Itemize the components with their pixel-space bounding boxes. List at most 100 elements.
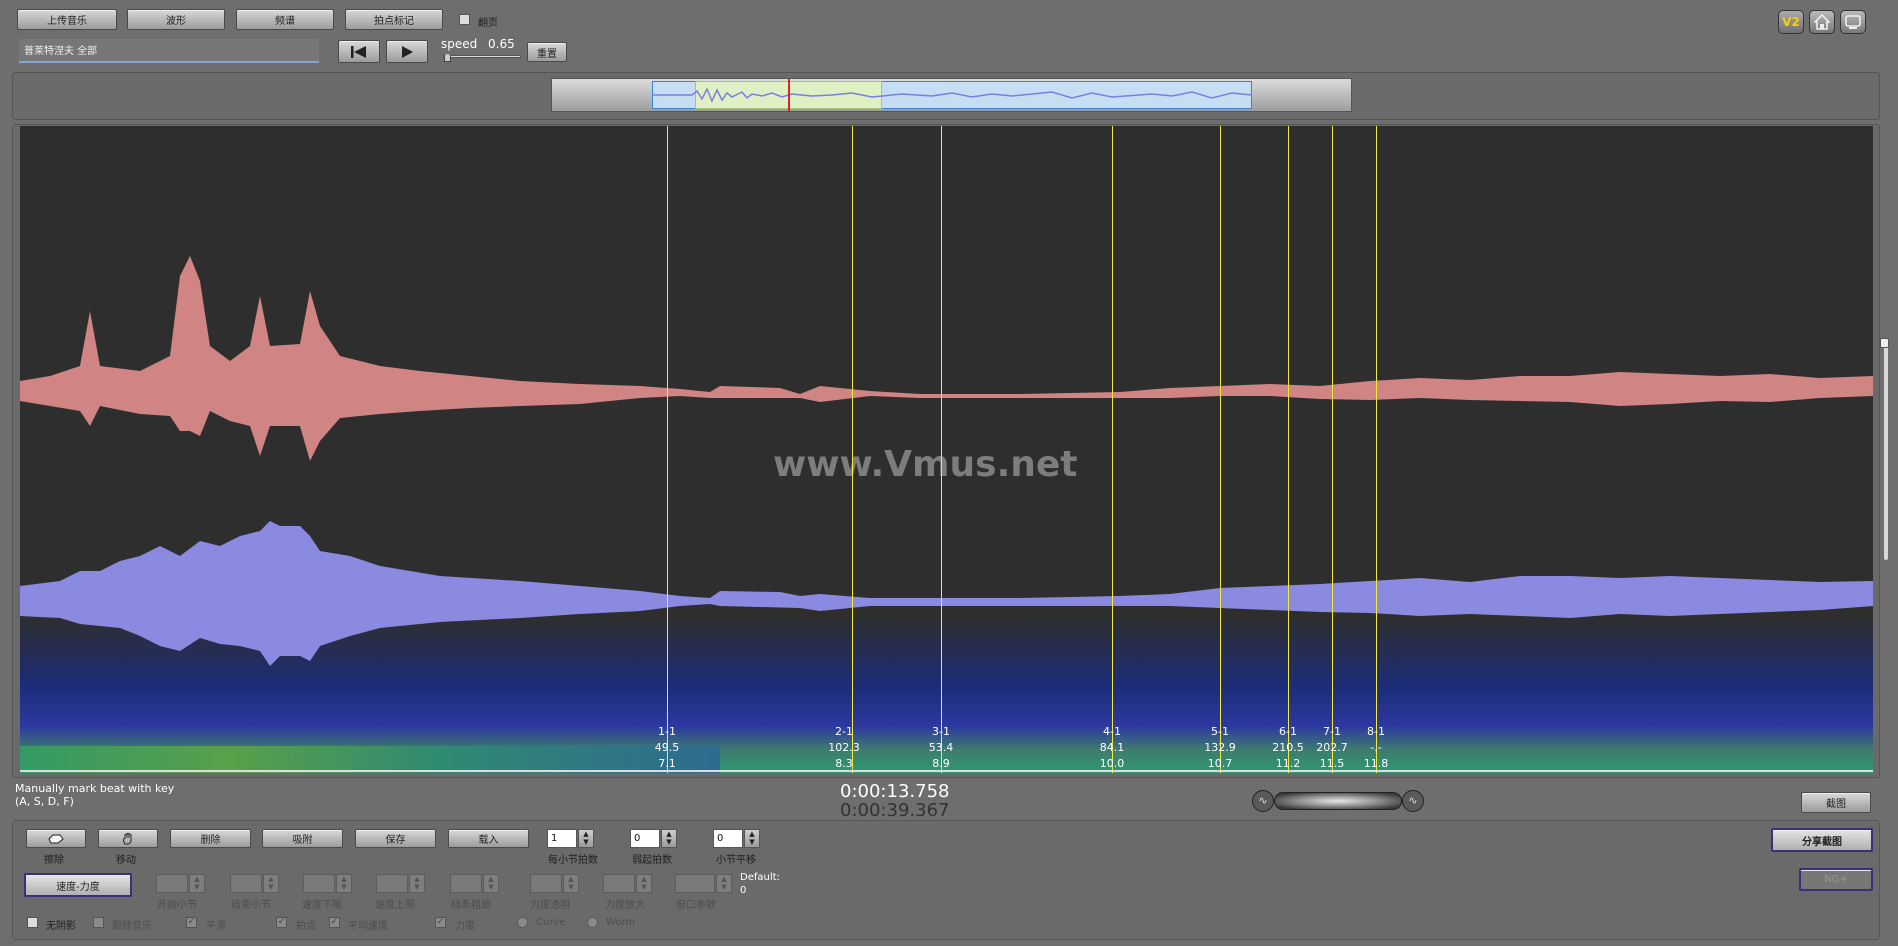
erase-button[interactable]	[26, 829, 86, 848]
no-shade-checkbox[interactable]	[27, 917, 38, 928]
end-bar-label: 结束小节	[231, 900, 271, 911]
beat-line-7[interactable]	[1332, 126, 1333, 773]
display-settings-button[interactable]	[1840, 10, 1866, 34]
beat-line-3[interactable]	[941, 126, 942, 773]
beat-line-5[interactable]	[1220, 126, 1221, 773]
smooth-checkbox: ✓	[186, 917, 197, 928]
tempo-max-stepper: ▲ ▼	[409, 874, 425, 893]
follow-music-label: 跟随音乐	[112, 921, 152, 932]
pickup-beats-label: 弱起拍数	[632, 855, 672, 866]
tempo-min-input	[303, 874, 335, 893]
beats-per-bar-input[interactable]: 1	[547, 829, 577, 848]
beat-label-1: 1-1 49.5 7.1	[654, 725, 680, 770]
waveform-canvas[interactable]: www.Vmus.net 1-1 49.5 7.1 2-1 102.3 8.3 3-1 5…	[20, 126, 1873, 773]
window-param-stepper: ▲ ▼	[716, 874, 732, 893]
bar-shift-stepper[interactable]: ▲ ▼	[744, 829, 760, 848]
flip-page-label: 翻页	[478, 18, 498, 29]
beats-per-bar-label: 每小节拍数	[548, 855, 598, 866]
share-screenshot-button[interactable]: 分享截图	[1771, 828, 1873, 852]
line-thickness-label: 线条粗细	[451, 900, 491, 911]
volume-control[interactable]: ∿ ∿	[1252, 789, 1424, 813]
window-param-label: 窗口参数	[676, 900, 716, 911]
beat-label-8: 8-1 -.- 11.8	[1363, 725, 1389, 770]
worm-radio	[587, 917, 598, 928]
erase-label: 擦除	[44, 855, 64, 866]
dyn-zoom-input	[603, 874, 635, 893]
dynamics-label: 力度	[455, 921, 475, 932]
beats-per-bar-stepper[interactable]: ▲ ▼	[578, 829, 594, 848]
snap-button[interactable]: 吸附	[262, 829, 343, 848]
file-name-field[interactable]: 普莱特涅夫 全部	[19, 39, 319, 63]
beat-label-4: 4-1 84.1 10.0	[1099, 725, 1125, 770]
tempo-max-input	[376, 874, 408, 893]
beat-label: 拍点	[296, 921, 316, 932]
beat-label-7: 7-1 202.7 11.5	[1316, 725, 1348, 770]
start-bar-input	[156, 874, 188, 893]
start-bar-label: 开始小节	[157, 900, 197, 911]
beat-line-1[interactable]	[667, 126, 668, 773]
no-shade-label: 无阴影	[46, 921, 76, 932]
load-button[interactable]: 载入	[448, 829, 529, 848]
end-bar-input	[230, 874, 262, 893]
waveform-button[interactable]: 波形	[127, 9, 225, 30]
dynamics-checkbox: ✓	[435, 917, 446, 928]
beat-label-2: 2-1 102.3 8.3	[828, 725, 860, 770]
display-bottom-line	[20, 770, 1873, 772]
dyn-transparency-input	[530, 874, 562, 893]
move-label: 移动	[116, 855, 136, 866]
beat-line-8[interactable]	[1376, 126, 1377, 773]
speed-slider-track[interactable]	[443, 55, 521, 58]
tempo-max-label: 速度上限	[375, 900, 415, 911]
delete-button[interactable]: 删除	[170, 829, 251, 848]
beat-label-3: 3-1 53.4 8.9	[928, 725, 954, 770]
beat-line-6[interactable]	[1288, 126, 1289, 773]
vertical-scrollbar[interactable]	[1884, 342, 1888, 560]
screenshot-button[interactable]: 截图	[1801, 792, 1871, 813]
beat-line-2[interactable]	[852, 126, 853, 773]
follow-music-checkbox[interactable]	[93, 917, 104, 928]
beat-label-6: 6-1 210.5 11.2	[1272, 725, 1304, 770]
scrollbar-handle[interactable]	[1880, 338, 1889, 348]
start-bar-stepper: ▲ ▼	[189, 874, 205, 893]
bottom-waveform	[20, 521, 1873, 666]
skip-to-start-button[interactable]	[338, 40, 380, 63]
beat-label-5: 5-1 132.9 10.7	[1204, 725, 1236, 770]
window-param-input	[675, 874, 715, 893]
upload-music-button[interactable]: 上传音乐	[17, 9, 117, 30]
volume-slider[interactable]	[1274, 792, 1402, 810]
tempo-min-label: 速度下限	[302, 900, 342, 911]
worm-label: Worm	[606, 917, 636, 928]
dyn-zoom-label: 力度放大	[605, 900, 645, 911]
current-time: 0:00:13.758	[840, 781, 950, 802]
dyn-transparency-label: 力度透明	[530, 900, 570, 911]
line-thickness-stepper: ▲ ▼	[483, 874, 499, 893]
pickup-beats-stepper[interactable]: ▲ ▼	[661, 829, 677, 848]
beat-line-4[interactable]	[1112, 126, 1113, 773]
hint-line-2: (A, S, D, F)	[15, 795, 74, 808]
default-label: Default:	[740, 872, 780, 883]
waveform-right-icon: ∿	[1402, 790, 1424, 812]
avg-tempo-label: 平均速度	[348, 921, 388, 932]
tempo-dynamics-button[interactable]: 速度-力度	[24, 873, 132, 897]
home-button[interactable]	[1809, 10, 1835, 34]
skip-back-icon	[351, 45, 366, 58]
spectrum-button[interactable]: 频谱	[236, 9, 334, 30]
default-value: 0	[740, 885, 747, 896]
bar-shift-input[interactable]: 0	[713, 829, 743, 848]
hint-line-1: Manually mark beat with key	[15, 782, 175, 795]
flip-page-checkbox[interactable]	[459, 14, 470, 25]
pickup-beats-input[interactable]: 0	[630, 829, 660, 848]
move-button[interactable]	[98, 829, 158, 848]
dyn-zoom-stepper: ▲ ▼	[636, 874, 652, 893]
overview-playhead[interactable]	[788, 79, 790, 111]
watermark: www.Vmus.net	[773, 444, 1078, 485]
reset-speed-button[interactable]: 重置	[527, 42, 567, 62]
play-icon	[402, 45, 413, 58]
eraser-icon	[48, 834, 64, 843]
version-badge[interactable]: V2	[1778, 10, 1804, 34]
play-button[interactable]	[386, 40, 428, 63]
overview-track[interactable]	[551, 78, 1352, 112]
speed-label: speed	[441, 37, 478, 51]
save-button[interactable]: 保存	[355, 829, 436, 848]
beat-marking-button[interactable]: 拍点标记	[345, 9, 443, 30]
